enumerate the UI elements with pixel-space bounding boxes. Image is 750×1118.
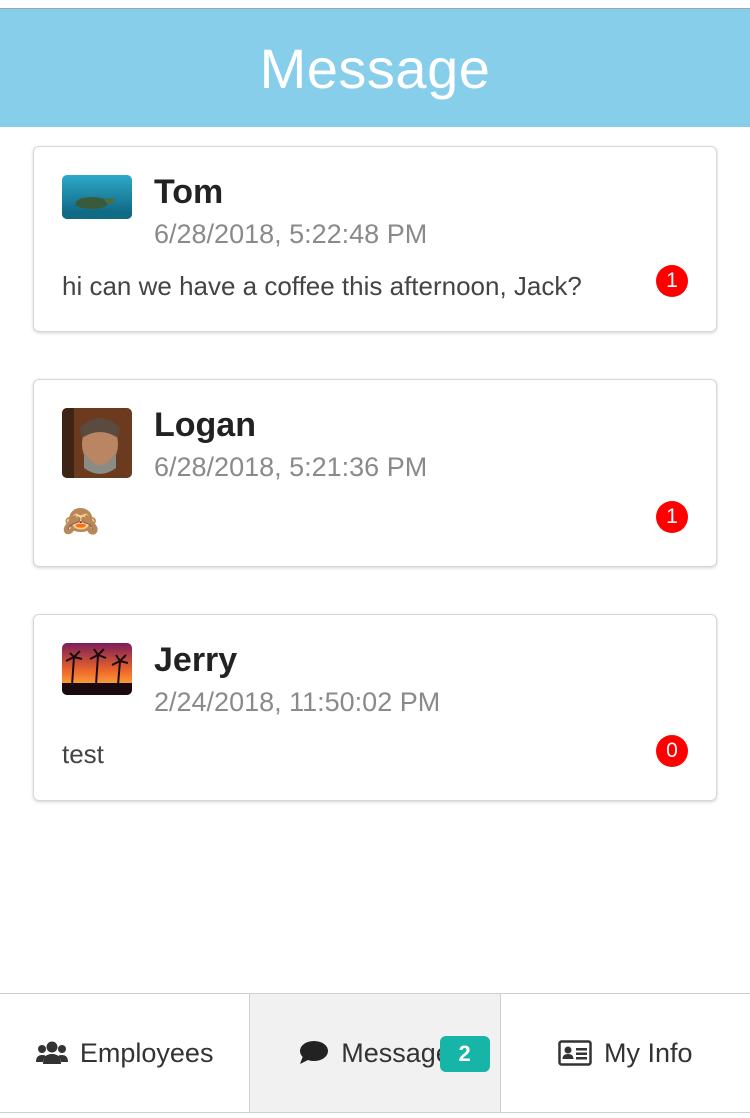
message-timestamp: 2/24/2018, 11:50:02 PM — [154, 687, 441, 717]
status-bar-spacer — [0, 0, 750, 8]
unread-count-badge: 1 — [656, 265, 688, 297]
contact-name: Jerry — [154, 641, 238, 679]
message-preview: 🙈 — [62, 505, 100, 538]
tab-label: My Info — [604, 1037, 693, 1068]
tab-message[interactable]: Message 2 — [249, 994, 500, 1112]
message-timestamp: 6/28/2018, 5:22:48 PM — [154, 219, 428, 249]
message-timestamp: 6/28/2018, 5:21:36 PM — [154, 452, 428, 482]
unread-count-badge: 1 — [656, 501, 688, 533]
avatar — [62, 408, 132, 478]
avatar — [62, 643, 132, 695]
contact-name: Logan — [154, 406, 256, 444]
message-preview: hi can we have a coffee this afternoon, … — [62, 271, 582, 301]
bottom-tab-bar: Employees Message 2 My Info — [0, 993, 750, 1113]
unread-count-badge: 0 — [656, 735, 688, 767]
conversation-card[interactable]: Tom 6/28/2018, 5:22:48 PM hi can we have… — [33, 146, 717, 332]
tab-label: Employees — [79, 1037, 214, 1068]
message-count-badge: 2 — [439, 1036, 490, 1072]
tab-employees[interactable]: Employees — [0, 994, 249, 1112]
id-card-icon — [558, 1040, 592, 1066]
comment-icon — [299, 1040, 329, 1066]
conversation-card[interactable]: Jerry 2/24/2018, 11:50:02 PM test 0 — [33, 614, 717, 801]
app-header: Message — [0, 8, 750, 127]
page-title: Message — [259, 36, 491, 100]
users-icon — [35, 1040, 68, 1066]
conversation-card[interactable]: Logan 6/28/2018, 5:21:36 PM 🙈 1 — [33, 379, 717, 567]
tab-my-info[interactable]: My Info — [499, 994, 750, 1112]
message-preview: test — [62, 739, 104, 769]
contact-name: Tom — [154, 173, 224, 211]
tab-label: Message — [341, 1037, 451, 1068]
avatar — [62, 175, 132, 219]
